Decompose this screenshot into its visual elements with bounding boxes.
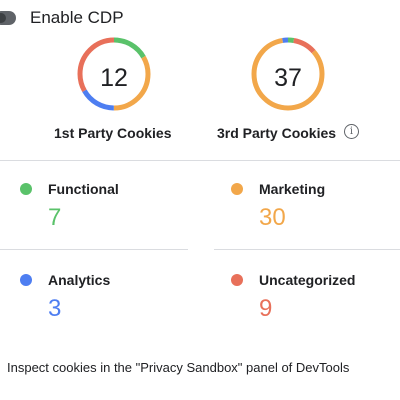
- toggle-knob: [0, 13, 6, 23]
- marketing-value: 30: [259, 204, 286, 231]
- analytics-label: Analytics: [48, 272, 111, 288]
- category-analytics[interactable]: Analytics 3: [20, 271, 200, 341]
- header-title: Enable CDP: [30, 8, 124, 27]
- marketing-label: Marketing: [259, 181, 326, 197]
- third-party-count: 37: [274, 64, 302, 92]
- third-party-label: 3rd Party Cookies: [217, 125, 337, 141]
- category-marketing[interactable]: Marketing 30: [231, 180, 400, 250]
- info-icon[interactable]: i: [344, 124, 359, 139]
- category-functional[interactable]: Functional 7: [20, 180, 200, 250]
- third-party-summary: 37 3rd Party Cookies i: [188, 36, 388, 144]
- uncategorized-dot-icon: [231, 274, 243, 286]
- category-uncategorized[interactable]: Uncategorized 9: [231, 271, 400, 341]
- footer-hint: Inspect cookies in the "Privacy Sandbox"…: [7, 360, 350, 375]
- marketing-dot-icon: [231, 183, 243, 195]
- first-party-count: 12: [100, 64, 128, 92]
- analytics-value: 3: [48, 295, 62, 322]
- first-party-label: 1st Party Cookies: [54, 125, 172, 141]
- header: Enable CDP: [0, 0, 400, 36]
- enable-cdp-toggle[interactable]: [0, 11, 16, 25]
- divider-top: [0, 160, 400, 161]
- uncategorized-value: 9: [259, 295, 273, 322]
- analytics-dot-icon: [20, 274, 32, 286]
- functional-dot-icon: [20, 183, 32, 195]
- functional-value: 7: [48, 204, 62, 231]
- functional-label: Functional: [48, 181, 119, 197]
- uncategorized-label: Uncategorized: [259, 272, 356, 288]
- first-party-summary: 12 1st Party Cookies: [14, 36, 214, 144]
